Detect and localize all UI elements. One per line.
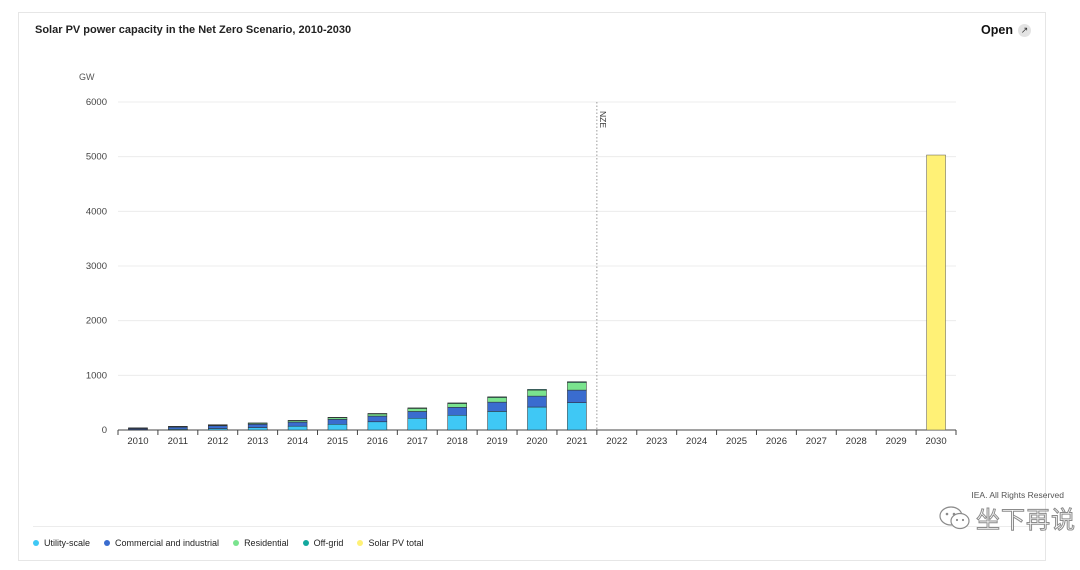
bar-segment (567, 389, 587, 403)
bar-segment (527, 389, 547, 397)
bar-segment (407, 411, 428, 419)
x-axis: 2010 2011 2012 2013 2014 2015 2016 2017 2018 2019… (117, 430, 957, 447)
watermark: 坐下再说 (938, 500, 1076, 535)
y-tick-label: 5000 (86, 152, 107, 163)
x-tick-label: 2019 (487, 436, 508, 447)
x-tick-label: 2024 (686, 436, 707, 447)
bar-segment (327, 424, 348, 431)
bar-segment (567, 382, 587, 391)
y-tick-label: 3000 (86, 261, 107, 272)
y-tick-label: 4000 (86, 206, 107, 217)
bar-segment (367, 413, 388, 415)
y-tick-label: 1000 (86, 370, 107, 381)
bar-segment (487, 397, 507, 403)
bar-segment (128, 427, 148, 429)
bar-segment (567, 402, 587, 431)
x-tick-label: 2014 (287, 436, 308, 447)
wechat-icon (939, 505, 970, 529)
x-tick-label: 2027 (806, 436, 827, 447)
bar-segment (168, 426, 188, 430)
x-tick-label: 2018 (447, 436, 468, 447)
bar-segment (287, 421, 308, 427)
bar-segment (327, 417, 348, 419)
y-tick-label: 0 (102, 425, 107, 436)
gridlines (118, 101, 956, 431)
bar-segment (567, 381, 587, 383)
x-tick-label: 2021 (566, 436, 587, 447)
bar-segment (926, 154, 946, 431)
bar-segment (367, 415, 388, 423)
x-tick-label: 2023 (646, 436, 667, 447)
y-axis-ticks: 0 1000 2000 3000 4000 5000 6000 (86, 97, 107, 436)
bar-segment (287, 420, 308, 422)
y-tick-label: 2000 (86, 316, 107, 327)
watermark-text: 坐下再说 (976, 506, 1076, 535)
bar-segment (447, 407, 467, 416)
x-tick-label: 2015 (327, 436, 348, 447)
chart-plot: GW 0100020003000400050006000 2010 2011 201… (79, 72, 957, 447)
bar-segment (168, 426, 188, 428)
bar-segment (247, 427, 268, 431)
x-tick-label: 2013 (247, 436, 268, 447)
x-tick-label: 2016 (367, 436, 388, 447)
bar-segment (208, 425, 228, 429)
bar-segment (247, 424, 268, 428)
bar-segment (287, 425, 308, 431)
bar-segment (487, 396, 507, 398)
x-tick-label: 2025 (726, 436, 747, 447)
x-tick-label: 2028 (846, 436, 867, 447)
credit-text: IEA. All Rights Reserved (971, 490, 1064, 500)
y-axis-label: GW (79, 72, 95, 82)
bar-segment (447, 403, 467, 408)
bar-segment (327, 419, 348, 425)
bar-segment (487, 411, 507, 431)
bar-segment (367, 421, 388, 431)
x-tick-label: 2011 (168, 436, 188, 447)
x-tick-label: 2030 (925, 436, 946, 447)
bar-segment (447, 402, 467, 404)
y-tick-label: 6000 (86, 97, 107, 108)
bar-segment (527, 406, 547, 431)
x-tick-label: 2026 (766, 436, 787, 447)
bar-segment (447, 414, 467, 431)
bar-segment (407, 417, 428, 431)
bars (128, 154, 946, 431)
x-tick-label: 2022 (606, 436, 627, 447)
bar-segment (407, 408, 428, 412)
bar-segment (527, 389, 547, 391)
x-tick-label: 2017 (407, 436, 428, 447)
bar-segment (247, 422, 268, 424)
bar-segment (527, 395, 547, 408)
nze-label: NZE (598, 111, 608, 128)
bar-segment (367, 413, 388, 417)
x-tick-label: 2029 (886, 436, 907, 447)
bar-segment (208, 424, 228, 426)
x-tick-label: 2010 (127, 436, 148, 447)
bar-segment (407, 407, 428, 409)
bar-segment (487, 401, 507, 412)
x-tick-label: 2012 (207, 436, 228, 447)
x-tick-label: 2020 (526, 436, 547, 447)
